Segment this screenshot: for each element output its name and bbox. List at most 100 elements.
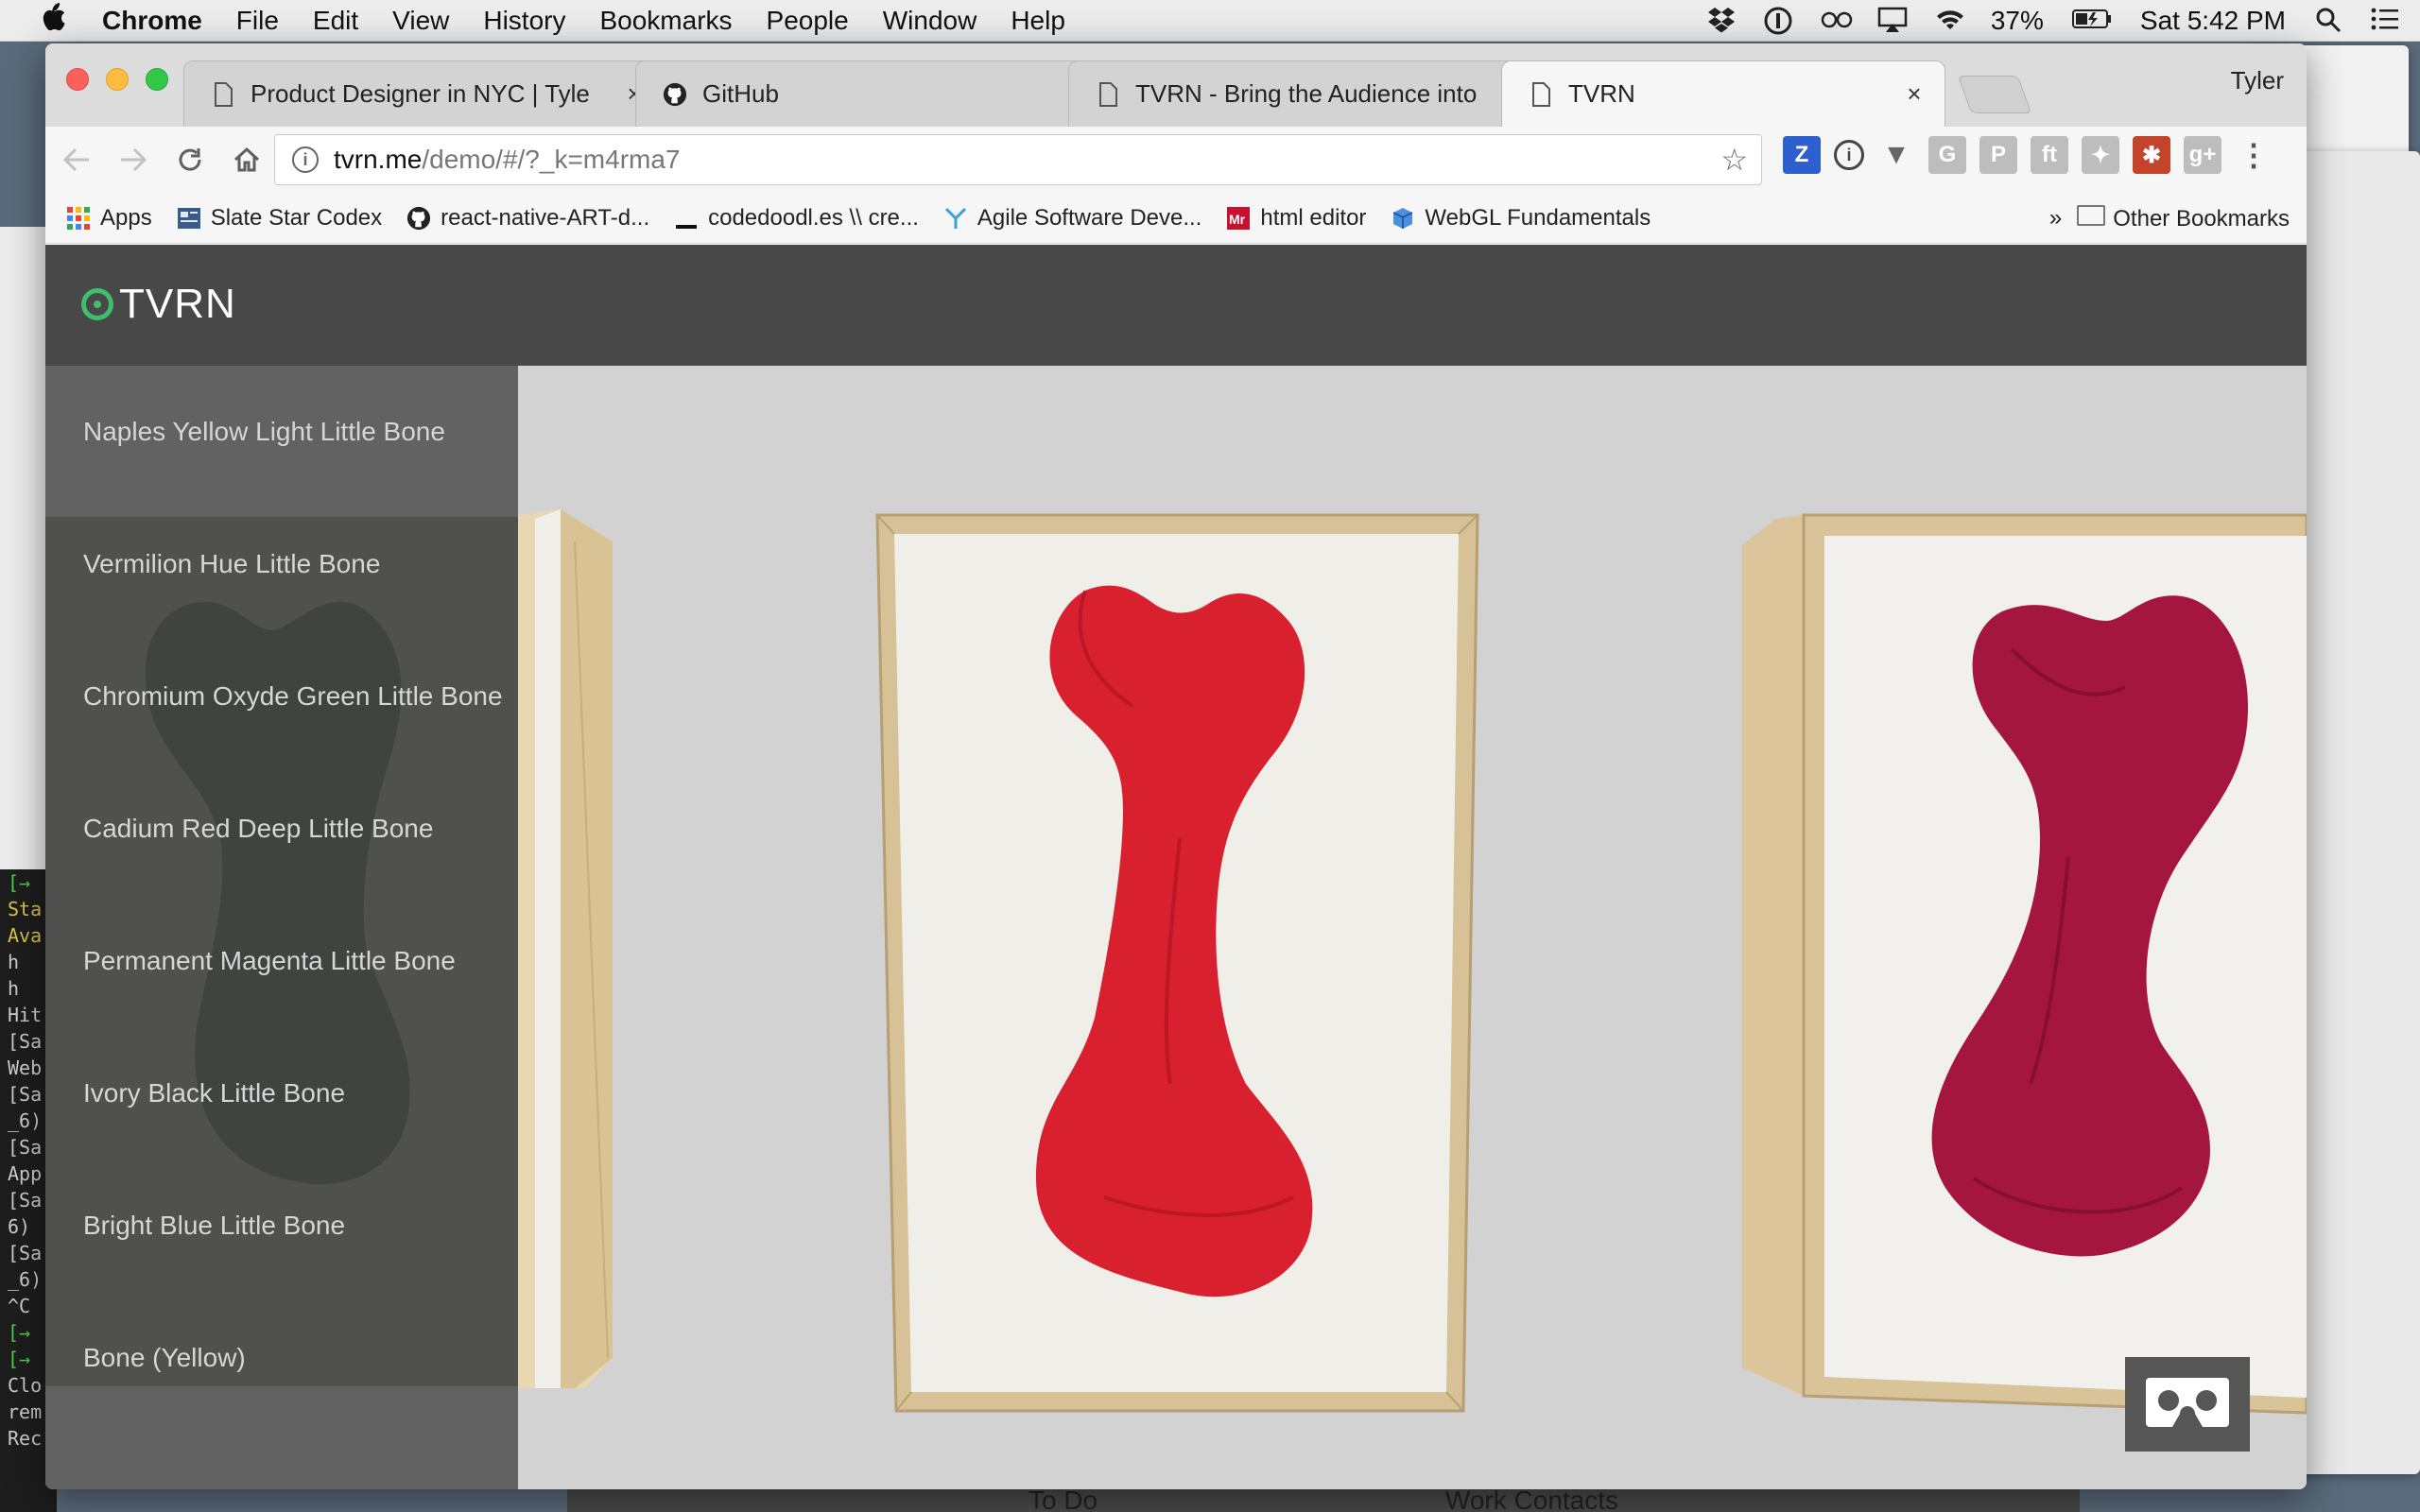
- tab-title: Product Designer in NYC | Tyle: [251, 79, 590, 108]
- menubar-clock[interactable]: Sat 5:42 PM: [2140, 6, 2286, 36]
- slate-icon: [177, 206, 201, 231]
- home-button[interactable]: [221, 134, 272, 185]
- bookmark-react-native-art[interactable]: react-native-ART-d...: [406, 205, 649, 232]
- pinterest-extension-icon[interactable]: P: [1979, 136, 2017, 174]
- menu-item-bone-yellow[interactable]: Bone (Yellow): [83, 1343, 246, 1373]
- logo-text: TVRN: [119, 281, 236, 327]
- glasses-icon[interactable]: [1821, 7, 1853, 35]
- bookmarks-overflow-chevron-icon[interactable]: »: [2049, 205, 2062, 232]
- bookmark-label: react-native-ART-d...: [441, 204, 650, 231]
- bookmark-label: html editor: [1260, 204, 1367, 231]
- profile-button[interactable]: Tyler: [2231, 66, 2284, 95]
- bookmark-webgl-fundamentals[interactable]: WebGL Fundamentals: [1391, 205, 1651, 232]
- menu-edit[interactable]: Edit: [313, 6, 358, 36]
- minimize-window-button[interactable]: [106, 68, 129, 91]
- bookmark-star-icon[interactable]: ☆: [1720, 142, 1748, 178]
- artwork-frame-center: [875, 513, 1479, 1413]
- underscore-icon: [674, 206, 699, 231]
- menu-window[interactable]: Window: [883, 6, 977, 36]
- battery-percent: 37%: [1990, 6, 2044, 35]
- background-window-secondary: [2288, 151, 2420, 1474]
- artwork-frame-left: [518, 509, 613, 1388]
- agile-icon: [943, 206, 968, 231]
- url-host: tvrn.me: [334, 145, 423, 174]
- menu-item-chromium-oxyde-green[interactable]: Chromium Oxyde Green Little Bone: [83, 681, 503, 712]
- tvrn-logo[interactable]: TVRN: [81, 281, 236, 328]
- airplay-icon[interactable]: [1877, 7, 1908, 35]
- other-bookmarks-label: Other Bookmarks: [2113, 205, 2290, 232]
- gallery-render: [518, 509, 2307, 1415]
- artwork-frame-right: [1742, 513, 2307, 1415]
- menu-file[interactable]: File: [236, 6, 279, 36]
- onepassword-icon[interactable]: [1764, 7, 1792, 35]
- menu-people[interactable]: People: [767, 6, 849, 36]
- close-window-button[interactable]: [66, 68, 89, 91]
- new-tab-button[interactable]: [1957, 76, 2032, 113]
- bookmark-label: WebGL Fundamentals: [1425, 204, 1651, 231]
- tvrn-page: TVRN Naples Yellow Light Little Bone Ver…: [45, 245, 2307, 1489]
- background-strip: To Do Work Contacts: [567, 1486, 2080, 1512]
- wifi-icon[interactable]: [1934, 7, 1963, 35]
- bookmark-slate-star-codex[interactable]: Slate Star Codex: [177, 205, 382, 232]
- extensions-row: Z i ▼ G P ft ✦ ✱ g+ ⋮: [1783, 136, 2273, 174]
- tab-github[interactable]: GitHub ×: [635, 60, 1108, 127]
- font-extension-icon[interactable]: ft: [2031, 136, 2068, 174]
- menu-item-permanent-magenta[interactable]: Permanent Magenta Little Bone: [83, 946, 456, 976]
- cardboard-vr-icon: [2144, 1376, 2231, 1434]
- bookmark-html-editor[interactable]: Mr html editor: [1226, 205, 1366, 232]
- menu-item-naples-yellow[interactable]: Naples Yellow Light Little Bone: [83, 417, 445, 447]
- bird-extension-icon[interactable]: ✦: [2082, 136, 2119, 174]
- back-button[interactable]: [51, 134, 102, 185]
- github-icon: [663, 80, 687, 109]
- bookmark-apps[interactable]: Apps: [66, 205, 152, 232]
- artwork-menu-sidebar: Naples Yellow Light Little Bone Vermilio…: [45, 366, 518, 1489]
- vr-mode-button[interactable]: [2125, 1357, 2250, 1452]
- menu-item-ivory-black[interactable]: Ivory Black Little Bone: [83, 1078, 345, 1108]
- folder-icon: [2077, 204, 2106, 226]
- tab-product-designer[interactable]: Product Designer in NYC | Tyle ×: [183, 60, 666, 127]
- menu-item-bright-blue[interactable]: Bright Blue Little Bone: [83, 1211, 345, 1241]
- dock-label: To Do: [1028, 1486, 1098, 1512]
- bookmarks-bar: Apps Slate Star Codex react-native-ART-d…: [45, 193, 2307, 244]
- tab-tvrn-landing[interactable]: TVRN - Bring the Audience into ×: [1068, 60, 1541, 127]
- grammarly-extension-icon[interactable]: G: [1928, 136, 1966, 174]
- window-controls: [66, 68, 168, 91]
- menubar: Chrome File Edit View History Bookmarks …: [0, 0, 2420, 42]
- bookmark-codedoodles[interactable]: codedoodl.es \\ cre...: [674, 205, 919, 232]
- tab-title: TVRN - Bring the Audience into: [1135, 79, 1478, 108]
- site-info-icon[interactable]: i: [292, 146, 319, 173]
- google-plus-extension-icon[interactable]: g+: [2184, 136, 2221, 174]
- other-bookmarks-folder[interactable]: Other Bookmarks: [2077, 204, 2290, 232]
- zoom-window-button[interactable]: [146, 68, 168, 91]
- reload-button[interactable]: [164, 134, 216, 185]
- dropbox-icon[interactable]: [1707, 7, 1736, 35]
- menu-history[interactable]: History: [483, 6, 565, 36]
- menu-item-vermilion-hue[interactable]: Vermilion Hue Little Bone: [83, 549, 380, 579]
- notification-center-icon[interactable]: [2371, 7, 2399, 35]
- menu-item-cadium-red-deep[interactable]: Cadium Red Deep Little Bone: [83, 814, 433, 844]
- ladybug-extension-icon[interactable]: ✱: [2133, 136, 2170, 174]
- url-path: /demo/#/?_k=m4rma7: [422, 145, 681, 174]
- menu-view[interactable]: View: [392, 6, 449, 36]
- menubar-app-name[interactable]: Chrome: [102, 6, 202, 36]
- bookmark-label: Apps: [100, 204, 152, 231]
- tab-tvrn-active[interactable]: TVRN ×: [1501, 60, 1945, 127]
- forward-button[interactable]: [108, 134, 159, 185]
- onepassword-extension-icon[interactable]: i: [1834, 140, 1864, 170]
- chrome-menu-icon[interactable]: ⋮: [2235, 136, 2273, 174]
- spotlight-search-icon[interactable]: [2314, 7, 2342, 35]
- bookmark-label: Agile Software Deve...: [977, 204, 1202, 231]
- menu-help[interactable]: Help: [1011, 6, 1065, 36]
- address-bar[interactable]: i tvrn.me/demo/#/?_k=m4rma7 ☆: [274, 134, 1762, 185]
- vue-devtools-extension-icon[interactable]: ▼: [1877, 136, 1915, 174]
- battery-charging-icon[interactable]: [2071, 7, 2112, 35]
- github-icon: [406, 206, 431, 231]
- apple-icon[interactable]: [26, 2, 79, 40]
- tab-close-icon[interactable]: ×: [1903, 79, 1926, 109]
- bookmark-agile-software[interactable]: Agile Software Deve...: [943, 205, 1201, 232]
- zotero-extension-icon[interactable]: Z: [1783, 136, 1821, 174]
- browser-toolbar: i tvrn.me/demo/#/?_k=m4rma7 ☆ Z i ▼ G P …: [45, 127, 2307, 193]
- menu-bookmarks[interactable]: Bookmarks: [599, 6, 732, 36]
- cube-icon: [1391, 206, 1415, 231]
- 3d-gallery-scene[interactable]: [518, 366, 2307, 1489]
